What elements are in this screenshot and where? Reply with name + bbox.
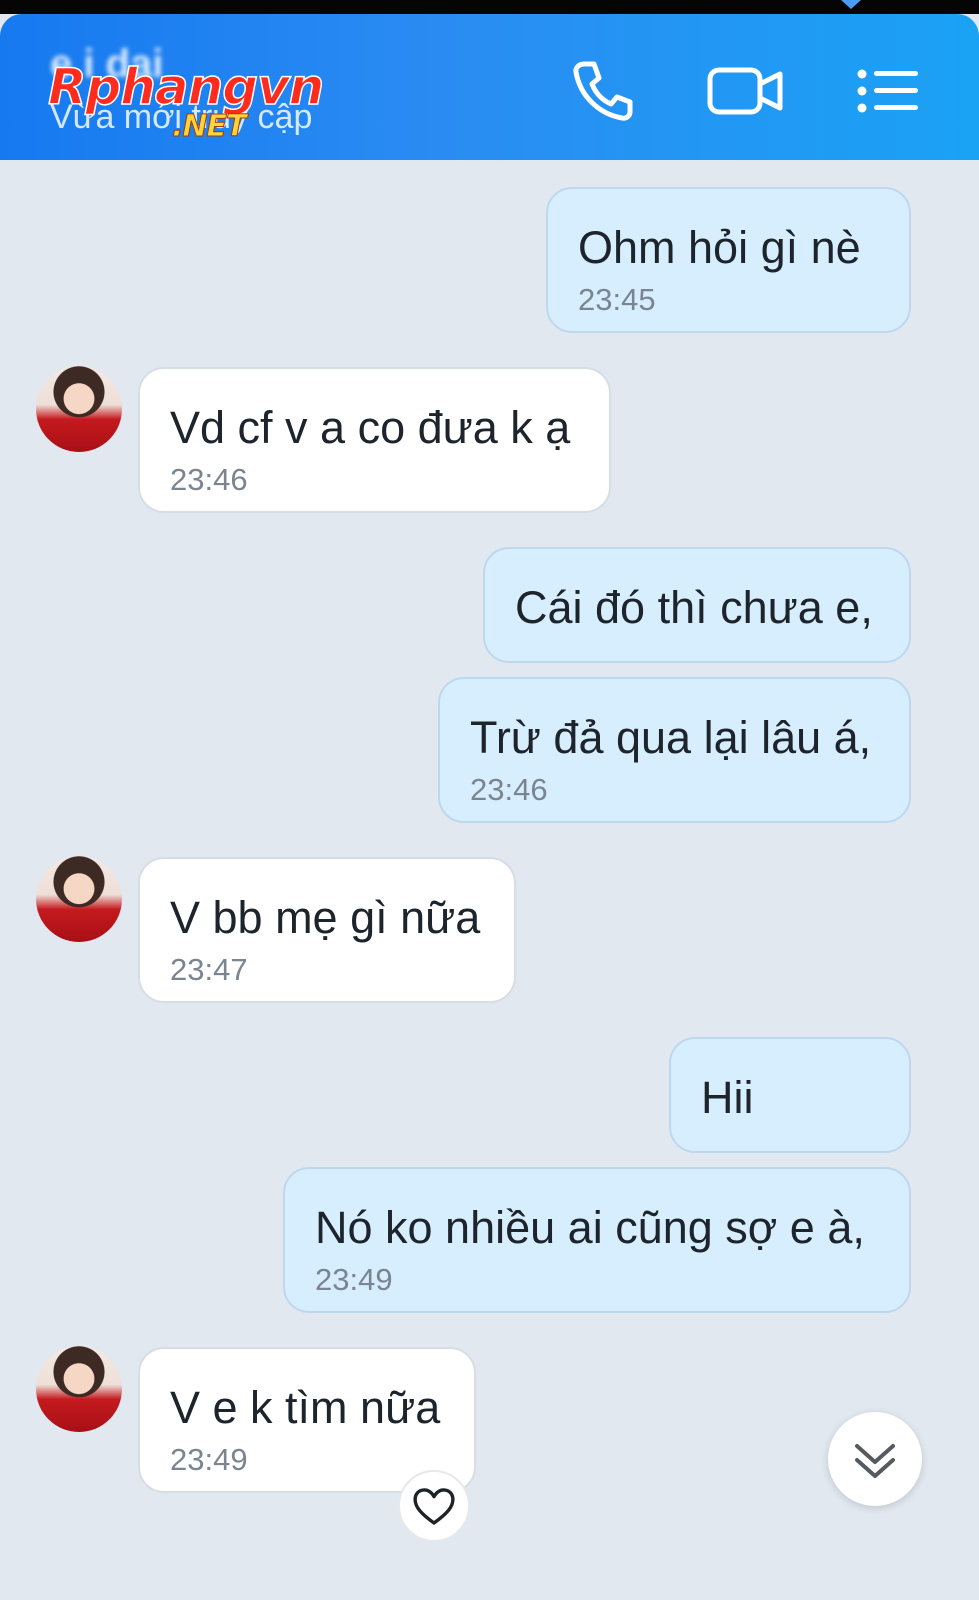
message-bubble-outgoing[interactable]: Cái đó thì chưa e, — [483, 547, 911, 663]
video-call-icon[interactable] — [706, 54, 786, 128]
message-bubble-outgoing[interactable]: Trừ đả qua lại lâu á, 23:46 — [438, 677, 911, 823]
message-list[interactable]: Ohm hỏi gì nè 23:45 Vd cf v a co đưa k ạ… — [0, 160, 979, 1600]
status-bar — [0, 0, 979, 14]
heart-icon[interactable] — [398, 1470, 470, 1542]
message-time: 23:45 — [578, 282, 656, 317]
message-time: 23:46 — [470, 772, 548, 807]
watermark-sub: .NET — [171, 109, 246, 144]
message-bubble-outgoing[interactable]: Hii — [669, 1037, 911, 1153]
message-text: Ohm hỏi gì nè — [578, 222, 861, 273]
message-time: 23:46 — [170, 462, 248, 497]
phone-icon[interactable] — [566, 54, 640, 128]
message-text: V bb mẹ gì nữa — [170, 892, 481, 943]
message-text: Trừ đả qua lại lâu á, — [470, 712, 872, 763]
chevron-double-down-icon[interactable] — [828, 1412, 922, 1506]
message-text: Vd cf v a co đưa k ạ — [170, 402, 571, 453]
notification-indicator — [841, 0, 861, 9]
watermark-main: Rphangvn — [47, 58, 325, 116]
menu-list-icon[interactable] — [856, 54, 922, 128]
avatar[interactable] — [36, 1346, 122, 1432]
chat-header: e i dai Vừa mới truy cập Rphangvn .NET — [0, 14, 979, 160]
avatar[interactable] — [36, 366, 122, 452]
message-time: 23:47 — [170, 952, 248, 987]
message-time: 23:49 — [170, 1442, 248, 1477]
message-time: 23:49 — [315, 1262, 393, 1297]
message-text: Hii — [701, 1072, 754, 1123]
watermark-logo: Rphangvn .NET — [47, 61, 325, 142]
message-text: Cái đó thì chưa e, — [515, 582, 873, 633]
avatar[interactable] — [36, 856, 122, 942]
message-text: V e k tìm nữa — [170, 1382, 441, 1433]
message-text: Nó ko nhiều ai cũng sợ e à, — [315, 1202, 865, 1253]
message-bubble-outgoing[interactable]: Nó ko nhiều ai cũng sợ e à, 23:49 — [283, 1167, 911, 1313]
message-bubble-outgoing[interactable]: Ohm hỏi gì nè 23:45 — [546, 187, 911, 333]
message-bubble-incoming[interactable]: V bb mẹ gì nữa 23:47 — [138, 857, 516, 1003]
message-bubble-incoming[interactable]: Vd cf v a co đưa k ạ 23:46 — [138, 367, 611, 513]
